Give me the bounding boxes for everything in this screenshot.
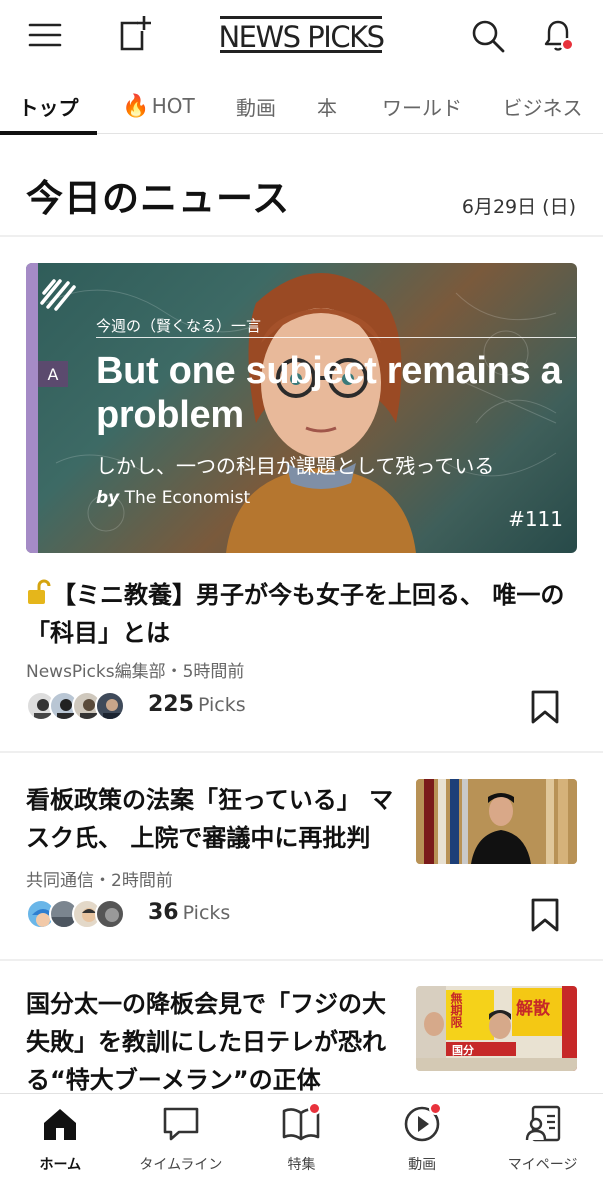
- picker-avatars[interactable]: [26, 899, 125, 929]
- picks-label: Picks: [197, 694, 246, 716]
- section-title: 今日のニュース: [26, 177, 291, 220]
- article-time: 2時間前: [111, 871, 173, 891]
- logo-rule-bottom: [220, 50, 382, 53]
- tab-video[interactable]: 動画: [220, 78, 292, 134]
- feature-image-card[interactable]: 今週の（賢くなる）一言 A But one subject remains a …: [26, 263, 577, 553]
- picks-label: Picks: [182, 902, 231, 924]
- bell-icon[interactable]: [536, 14, 580, 58]
- feature-title: But one subject remains a problem: [96, 350, 562, 436]
- article-meta: 共同通信・2時間前: [26, 866, 173, 891]
- meta-separator: ・: [94, 871, 111, 891]
- bookmark-icon[interactable]: [530, 690, 560, 724]
- article-thumbnail[interactable]: 無期限 解散 国分: [416, 986, 577, 1071]
- picks-count[interactable]: 225 Picks: [148, 692, 246, 717]
- tab-books-label: 本: [317, 95, 337, 120]
- zebra-logo-icon: [40, 279, 76, 311]
- tab-top-label: トップ: [18, 95, 79, 120]
- bottom-navigation: ホーム タイムライン 特集 動画 マイページ: [0, 1093, 603, 1200]
- byline-by: by: [96, 488, 120, 508]
- divider: [0, 235, 603, 237]
- article-thumbnail[interactable]: [416, 779, 577, 864]
- avatar: [95, 899, 125, 929]
- tab-hot[interactable]: 🔥 HOT: [97, 78, 220, 134]
- article-title-text: 【ミニ教養】男子が今も女子を上回る、 唯一の「科目」とは: [26, 581, 565, 647]
- app-header: NEWS PICKS: [0, 0, 603, 76]
- feature-badge: A: [38, 361, 68, 387]
- unlocked-lock-icon: [28, 579, 51, 604]
- article-source: 共同通信: [26, 871, 94, 891]
- post-icon[interactable]: [114, 14, 154, 54]
- meta-separator: ・: [165, 662, 183, 682]
- picks-number: 225: [148, 692, 194, 717]
- picks-count[interactable]: 36 Picks: [148, 900, 230, 925]
- logo-text: NEWS PICKS: [218, 20, 385, 54]
- flame-icon: 🔥: [122, 93, 150, 119]
- thumbnail-image: [416, 986, 577, 1071]
- tab-top[interactable]: トップ: [0, 78, 97, 135]
- thumb-text: 国分: [452, 1044, 474, 1057]
- feature-byline: by The Economist: [96, 488, 250, 508]
- nav-home[interactable]: ホーム: [0, 1094, 121, 1200]
- search-icon[interactable]: [466, 14, 510, 58]
- tab-video-label: 動画: [236, 95, 276, 120]
- newspicks-logo[interactable]: NEWS PICKS: [218, 14, 385, 54]
- article-title[interactable]: 国分太一の降板会見で「フジの大失敗」を教訓にした日テレが恐れる“特大ブーメラン”…: [26, 985, 396, 1099]
- feature-accent-bar: [26, 263, 38, 553]
- nav-home-label: ホーム: [39, 1157, 82, 1173]
- nav-mypage-label: マイページ: [507, 1157, 578, 1173]
- logo-rule-top: [220, 16, 382, 19]
- tab-world-label: ワールド: [382, 95, 462, 120]
- profile-icon: [525, 1105, 560, 1142]
- divider: [0, 959, 603, 961]
- home-icon: [44, 1109, 77, 1140]
- category-tabs: トップ 🔥 HOT 動画 本 ワールド ビジネス: [0, 78, 603, 135]
- article-source: NewsPicks編集部: [26, 662, 166, 682]
- section-date: 6月29日 (日): [461, 196, 576, 218]
- nav-mypage[interactable]: マイページ: [482, 1094, 603, 1200]
- bookmark-icon[interactable]: [530, 898, 560, 932]
- thumb-text: 無期限: [449, 992, 463, 1028]
- picks-number: 36: [148, 900, 179, 925]
- nav-video-label: 動画: [408, 1157, 437, 1173]
- notification-dot: [561, 38, 574, 51]
- feature-kicker: 今週の（賢くなる）一言: [96, 317, 262, 335]
- notification-dot: [428, 1102, 442, 1115]
- feature-rule: [96, 337, 576, 338]
- feature-subtitle: しかし、一つの科目が課題として残っている: [96, 454, 495, 478]
- byline-source: The Economist: [124, 488, 251, 508]
- timeline-icon: [163, 1107, 199, 1141]
- nav-features[interactable]: 特集: [241, 1094, 362, 1200]
- divider: [0, 751, 603, 753]
- picker-avatars[interactable]: [26, 691, 125, 721]
- nav-timeline-label: タイムライン: [139, 1157, 223, 1173]
- tab-business[interactable]: ビジネス: [482, 78, 603, 134]
- tab-books[interactable]: 本: [292, 78, 362, 134]
- nav-video[interactable]: 動画: [362, 1094, 483, 1200]
- menu-icon[interactable]: [26, 18, 64, 52]
- feature-number: #111: [508, 507, 563, 531]
- thumb-text: 解散: [516, 999, 550, 1019]
- article-title[interactable]: 看板政策の法案「狂っている」 マスク氏、 上院で審議中に再批判: [26, 781, 396, 857]
- nav-features-label: 特集: [287, 1157, 316, 1173]
- avatar: [95, 691, 125, 721]
- thumbnail-image: [416, 779, 577, 864]
- tab-business-label: ビジネス: [502, 95, 583, 120]
- article-time: 5時間前: [182, 662, 245, 682]
- article-title[interactable]: 【ミニ教養】男子が今も女子を上回る、 唯一の「科目」とは: [26, 576, 566, 652]
- nav-timeline[interactable]: タイムライン: [121, 1094, 242, 1200]
- tab-world[interactable]: ワールド: [362, 78, 482, 134]
- tab-hot-label: HOT: [151, 94, 195, 118]
- article-meta: NewsPicks編集部・5時間前: [26, 657, 244, 682]
